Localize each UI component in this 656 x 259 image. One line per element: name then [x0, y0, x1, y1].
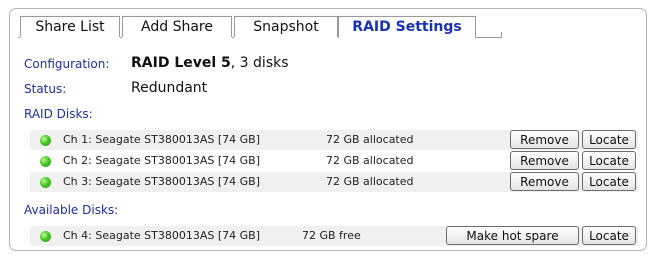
status-value: Redundant	[131, 80, 208, 96]
tab-snapshot[interactable]: Snapshot	[234, 16, 338, 37]
configuration-value: RAID Level 5, 3 disks	[131, 55, 289, 71]
raid-disk-row: Ch 2: Seagate ST380013AS [74 GB] 72 GB a…	[30, 151, 638, 171]
disk-count: , 3 disks	[230, 55, 289, 71]
tab-divider	[501, 32, 502, 38]
available-disk-row: Ch 4: Seagate ST380013AS [74 GB] 72 GB f…	[30, 226, 638, 246]
tab-add-share[interactable]: Add Share	[122, 16, 232, 37]
green-status-dot-icon	[40, 177, 51, 188]
raid-disk-row: Ch 3: Seagate ST380013AS [74 GB] 72 GB a…	[30, 172, 638, 192]
tab-underline	[232, 37, 234, 38]
raid-level: RAID Level 5	[131, 55, 231, 71]
disk-allocation: 72 GB allocated	[326, 154, 414, 167]
tab-bar: Share List Add Share Snapshot RAID Setti…	[18, 16, 638, 38]
locate-button[interactable]: Locate	[582, 172, 636, 191]
disk-allocation: 72 GB allocated	[326, 175, 414, 188]
tab-underline	[120, 37, 122, 38]
remove-button[interactable]: Remove	[510, 172, 579, 191]
tab-raid-settings[interactable]: RAID Settings	[338, 16, 476, 38]
locate-button[interactable]: Locate	[582, 226, 636, 245]
raid-disks-label: RAID Disks:	[24, 107, 93, 121]
green-status-dot-icon	[40, 135, 51, 146]
disk-allocation: 72 GB allocated	[326, 133, 414, 146]
disk-name: Ch 2: Seagate ST380013AS [74 GB]	[63, 154, 260, 167]
status-label: Status:	[24, 82, 67, 96]
green-status-dot-icon	[40, 231, 51, 242]
disk-name: Ch 4: Seagate ST380013AS [74 GB]	[63, 229, 260, 242]
disk-free-space: 72 GB free	[302, 229, 361, 242]
green-status-dot-icon	[40, 156, 51, 167]
locate-button[interactable]: Locate	[582, 151, 636, 170]
tab-share-list[interactable]: Share List	[20, 16, 120, 37]
tab-underline	[18, 37, 20, 38]
remove-button[interactable]: Remove	[510, 151, 579, 170]
disk-name: Ch 1: Seagate ST380013AS [74 GB]	[63, 133, 260, 146]
available-disks-label: Available Disks:	[24, 203, 119, 217]
configuration-label: Configuration:	[24, 57, 110, 71]
tab-underline	[476, 37, 501, 38]
disk-name: Ch 3: Seagate ST380013AS [74 GB]	[63, 175, 260, 188]
remove-button[interactable]: Remove	[510, 130, 579, 149]
locate-button[interactable]: Locate	[582, 130, 636, 149]
raid-disk-row: Ch 1: Seagate ST380013AS [74 GB] 72 GB a…	[30, 130, 638, 150]
make-hot-spare-button[interactable]: Make hot spare	[446, 226, 579, 245]
